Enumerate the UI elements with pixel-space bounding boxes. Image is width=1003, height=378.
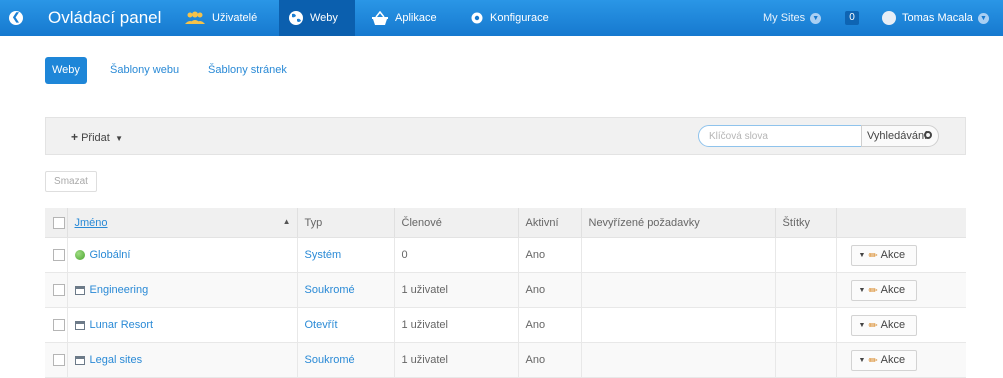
tags-cell (774, 307, 836, 343)
gear-icon (470, 11, 484, 25)
nav-users-label: Uživatelé (212, 12, 258, 24)
actions-button[interactable]: ▼ ✏ Akce (850, 314, 917, 336)
delete-button[interactable]: Smazat (45, 171, 97, 192)
nav-sites[interactable]: Weby (279, 0, 355, 36)
active-cell: Ano (517, 342, 581, 378)
column-members: Členové (393, 208, 518, 238)
column-name[interactable]: Jméno ▲ (66, 208, 297, 238)
nav-users[interactable]: Uživatelé (175, 0, 266, 36)
site-type-link[interactable]: Systém (305, 249, 342, 261)
site-type-link[interactable]: Soukromé (305, 284, 355, 296)
row-checkbox[interactable] (45, 307, 67, 343)
search-input[interactable] (698, 125, 862, 147)
chevron-down-icon: ▼ (810, 12, 822, 24)
column-active: Aktivní (517, 208, 581, 238)
pencil-icon: ✏ (868, 249, 878, 262)
actions-button[interactable]: ▼ ✏ Akce (850, 349, 917, 371)
chevron-down-icon: ▼ (858, 286, 866, 294)
column-tags: Štítky (774, 208, 836, 238)
table-row: Lunar Resort Otevřít 1 uživatel Ano ▼ ✏ Ak… (45, 307, 966, 343)
column-type: Typ (296, 208, 394, 238)
chevron-down-icon: ▼ (858, 356, 866, 364)
active-cell: Ano (517, 272, 581, 308)
active-cell: Ano (517, 307, 581, 343)
nav-configuration-label: Konfigurace (490, 12, 549, 24)
pending-cell (580, 307, 775, 343)
tab-site-templates[interactable]: Šablony webu (103, 57, 186, 84)
user-name: Tomas Macala (902, 12, 973, 24)
tab-page-templates[interactable]: Šablony stránek (201, 57, 294, 84)
row-checkbox[interactable] (45, 342, 67, 378)
back-icon[interactable]: ❮ (9, 11, 23, 25)
users-icon (184, 11, 206, 25)
members-cell: 1 uživatel (393, 272, 518, 308)
chevron-down-icon: ▼ (977, 12, 989, 24)
members-cell: 1 uživatel (393, 307, 518, 343)
notification-count[interactable]: 0 (845, 11, 859, 25)
search-button[interactable]: Vyhledávání (861, 125, 939, 147)
nav-applications[interactable]: Aplikace (362, 0, 446, 36)
column-actions (835, 208, 966, 238)
site-icon (74, 320, 85, 330)
row-checkbox[interactable] (45, 272, 67, 308)
user-menu[interactable]: Tomas Macala ▼ (902, 12, 989, 24)
tab-sites[interactable]: Weby (45, 57, 87, 84)
tags-cell (774, 237, 836, 273)
toolbar: + Přidat ▼ Vyhledávání (45, 117, 966, 155)
site-type-link[interactable]: Soukromé (305, 354, 355, 366)
my-sites-menu[interactable]: My Sites ▼ (763, 12, 822, 24)
tags-cell (774, 272, 836, 308)
actions-button[interactable]: ▼ ✏ Akce (850, 244, 917, 266)
globe-icon (74, 250, 85, 260)
gear-icon (924, 131, 932, 139)
sort-asc-icon[interactable]: ▲ (283, 217, 291, 226)
select-all-checkbox[interactable] (45, 208, 67, 238)
avatar[interactable] (882, 11, 896, 25)
chevron-down-icon: ▼ (858, 251, 866, 259)
pending-cell (580, 237, 775, 273)
pending-cell (580, 342, 775, 378)
row-checkbox[interactable] (45, 237, 67, 273)
site-icon (74, 355, 85, 365)
nav-configuration[interactable]: Konfigurace (461, 0, 558, 36)
site-name-link[interactable]: Globální (90, 249, 131, 261)
chevron-down-icon: ▼ (858, 321, 866, 329)
actions-button[interactable]: ▼ ✏ Akce (850, 279, 917, 301)
site-name-link[interactable]: Lunar Resort (90, 319, 154, 331)
table-row: Legal sites Soukromé 1 uživatel Ano ▼ ✏ Ak… (45, 342, 966, 378)
site-icon (74, 285, 85, 295)
column-pending-requests: Nevyřízené požadavky (580, 208, 775, 238)
nav-sites-label: Weby (310, 12, 338, 24)
pencil-icon: ✏ (868, 354, 878, 367)
plus-icon: + (71, 130, 79, 144)
table-header-row: Jméno ▲ Typ Členové Aktivní Nevyřízené po… (45, 208, 966, 238)
site-type-link[interactable]: Otevřít (305, 319, 338, 331)
add-button[interactable]: + Přidat ▼ (71, 130, 123, 144)
members-cell: 1 uživatel (393, 342, 518, 378)
site-name-link[interactable]: Engineering (90, 284, 149, 296)
globe-icon (288, 10, 304, 26)
members-cell: 0 (393, 237, 518, 273)
site-name-link[interactable]: Legal sites (90, 354, 143, 366)
app-title: Ovládací panel (48, 8, 162, 27)
basket-icon (371, 10, 389, 26)
my-sites-label: My Sites (763, 12, 806, 24)
top-bar: ❮ Ovládací panel Uživatelé Weby Aplikace… (0, 0, 1003, 36)
sites-table: Jméno ▲ Typ Členové Aktivní Nevyřízené po… (45, 208, 966, 378)
search-button-label: Vyhledávání (867, 130, 928, 142)
tags-cell (774, 342, 836, 378)
pencil-icon: ✏ (868, 319, 878, 332)
add-label: Přidat (81, 132, 110, 144)
nav-applications-label: Aplikace (395, 12, 437, 24)
pencil-icon: ✏ (868, 284, 878, 297)
chevron-down-icon: ▼ (112, 134, 124, 143)
table-row: Globální Systém 0 Ano ▼ ✏ Akce (45, 237, 966, 273)
pending-cell (580, 272, 775, 308)
table-row: Engineering Soukromé 1 uživatel Ano ▼ ✏ Ak… (45, 272, 966, 308)
active-cell: Ano (517, 237, 581, 273)
